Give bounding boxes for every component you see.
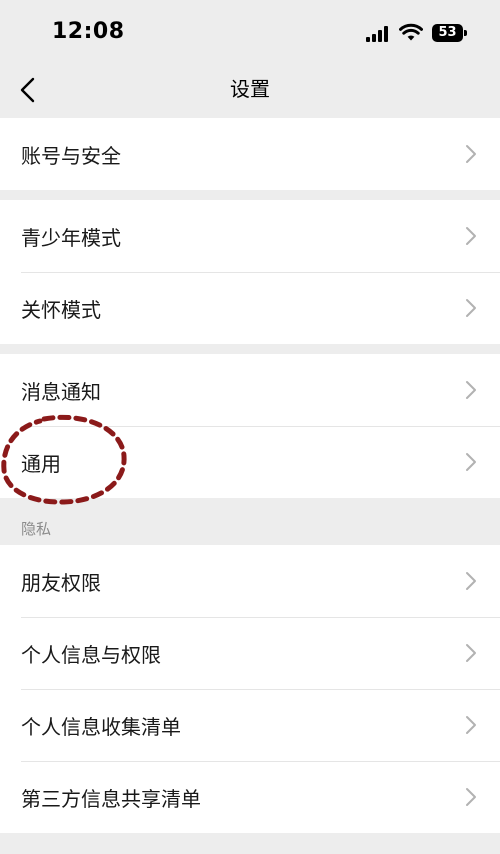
settings-group-modes: 青少年模式 关怀模式 — [0, 200, 500, 344]
settings-item-label: 朋友权限 — [21, 570, 101, 595]
settings-item-friend-permissions[interactable]: 朋友权限 — [0, 545, 500, 617]
settings-screen: 12:08 53 设置 账号与安全 青少年模式 关怀模式 消息通知 通用 隐私 … — [0, 0, 500, 854]
chevron-right-icon — [466, 453, 476, 471]
settings-group-account: 账号与安全 — [0, 118, 500, 190]
page-title: 设置 — [230, 77, 270, 101]
settings-item-personal-info-collection[interactable]: 个人信息收集清单 — [0, 689, 500, 761]
settings-item-label: 个人信息与权限 — [21, 642, 161, 667]
chevron-right-icon — [466, 716, 476, 734]
chevron-right-icon — [466, 572, 476, 590]
settings-item-account-security[interactable]: 账号与安全 — [0, 118, 500, 190]
chevron-right-icon — [466, 227, 476, 245]
nav-bar: 设置 — [0, 64, 500, 118]
settings-item-third-party-sharing[interactable]: 第三方信息共享清单 — [0, 761, 500, 833]
battery-tip — [464, 30, 467, 36]
status-bar: 12:08 53 — [0, 0, 500, 64]
settings-group-general: 消息通知 通用 — [0, 354, 500, 498]
chevron-right-icon — [466, 145, 476, 163]
chevron-right-icon — [466, 381, 476, 399]
battery-icon: 53 — [432, 24, 463, 42]
wifi-icon — [399, 23, 423, 41]
chevron-right-icon — [466, 644, 476, 662]
chevron-right-icon — [466, 788, 476, 806]
back-arrow-icon[interactable] — [14, 74, 44, 106]
chevron-right-icon — [466, 299, 476, 317]
settings-item-label: 青少年模式 — [21, 225, 121, 250]
settings-item-label: 个人信息收集清单 — [21, 714, 181, 739]
settings-item-teen-mode[interactable]: 青少年模式 — [0, 200, 500, 272]
settings-item-label: 消息通知 — [21, 379, 101, 404]
settings-item-label: 通用 — [21, 451, 61, 476]
settings-item-personal-info-permissions[interactable]: 个人信息与权限 — [0, 617, 500, 689]
settings-item-label: 账号与安全 — [21, 143, 121, 168]
settings-item-notifications[interactable]: 消息通知 — [0, 354, 500, 426]
settings-item-care-mode[interactable]: 关怀模式 — [0, 272, 500, 344]
settings-item-label: 第三方信息共享清单 — [21, 786, 201, 811]
settings-item-label: 关怀模式 — [21, 297, 101, 322]
status-time: 12:08 — [52, 19, 125, 44]
settings-group-privacy: 朋友权限 个人信息与权限 个人信息收集清单 第三方信息共享清单 — [0, 545, 500, 833]
settings-item-general[interactable]: 通用 — [0, 426, 500, 498]
section-header-privacy: 隐私 — [21, 520, 52, 538]
cellular-signal-icon — [366, 26, 390, 42]
